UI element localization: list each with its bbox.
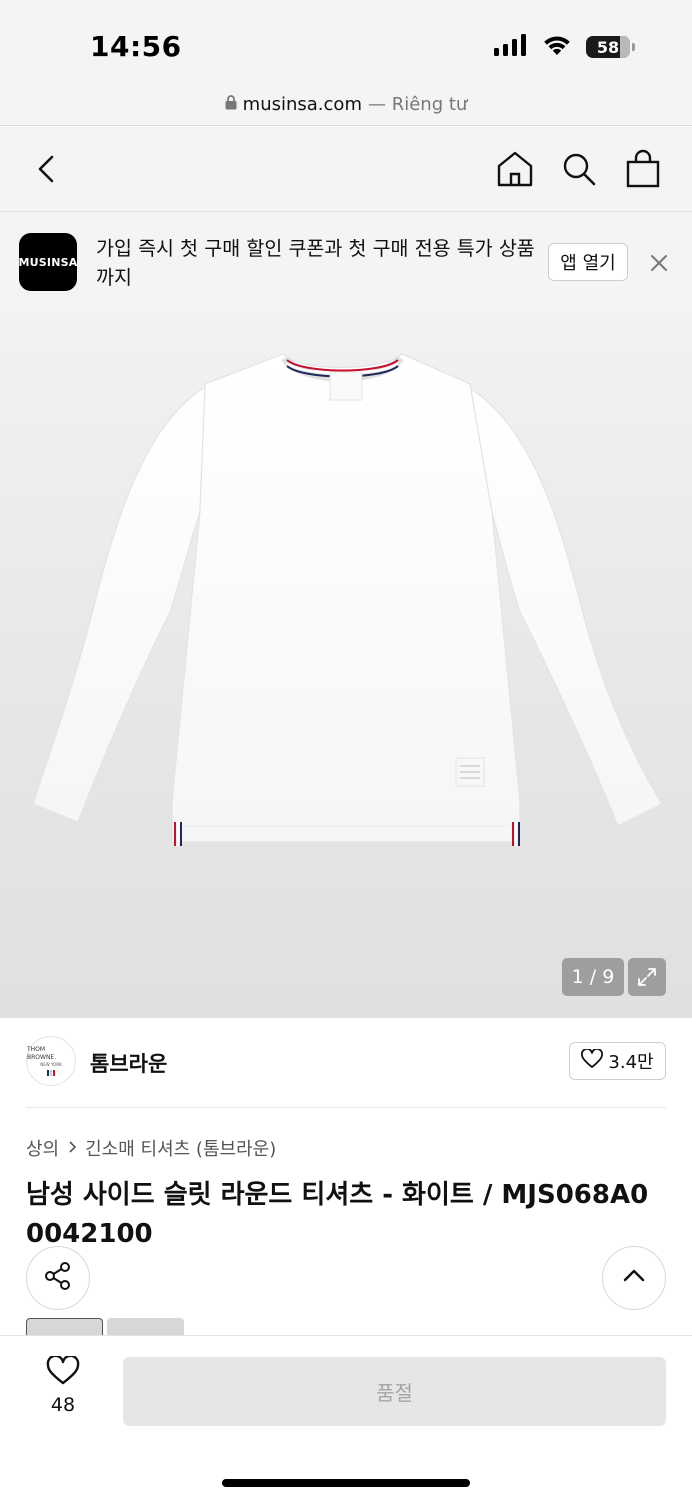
product-image-gallery[interactable]: 1 / 9	[0, 312, 692, 1018]
bottom-action-bar: 48 품절	[0, 1335, 692, 1500]
top-nav	[0, 127, 692, 211]
scroll-top-button[interactable]	[602, 1246, 666, 1310]
chevron-right-icon	[67, 1138, 77, 1159]
home-icon[interactable]	[496, 149, 534, 189]
product-image	[32, 353, 663, 846]
close-icon[interactable]	[648, 252, 670, 274]
private-label: — Riêng tư	[367, 94, 468, 115]
breadcrumb-level1[interactable]: 상의	[26, 1135, 59, 1161]
chevron-up-icon	[621, 1263, 647, 1293]
image-counter: 1 / 9	[562, 958, 624, 996]
wifi-icon	[542, 34, 572, 60]
status-time: 14:56	[90, 30, 182, 63]
share-icon	[43, 1261, 73, 1295]
product-title: 남성 사이드 슬릿 라운드 티셔츠 - 화이트 / MJS068A0004210…	[26, 1180, 649, 1249]
brand-like-count: 3.4만	[608, 1052, 654, 1073]
battery-icon: 58	[586, 36, 635, 58]
home-indicator	[222, 1479, 470, 1487]
heart-icon	[46, 1354, 80, 1390]
address-bar[interactable]: musinsa.com — Riêng tư	[0, 84, 692, 126]
banner-message: 가입 즉시 첫 구매 할인 쿠폰과 첫 구매 전용 특가 상품까지	[96, 237, 535, 289]
brand-name[interactable]: 톰브라운	[90, 1048, 167, 1078]
sold-out-button[interactable]: 품절	[123, 1357, 666, 1426]
brand-like-button[interactable]: 3.4만	[569, 1042, 666, 1080]
brand-logo-line2: NEW YORK	[40, 1062, 62, 1067]
heart-icon	[581, 1047, 604, 1074]
signal-icon	[494, 34, 528, 60]
share-button[interactable]	[26, 1246, 90, 1310]
product-like-count: 48	[50, 1394, 76, 1416]
brand-logo[interactable]: THOM BROWNE. NEW YORK	[26, 1036, 76, 1086]
search-icon[interactable]	[560, 149, 598, 189]
open-app-button[interactable]: 앱 열기	[548, 243, 628, 281]
breadcrumb: 상의 긴소매 티셔츠 (톰브라운)	[26, 1135, 276, 1161]
app-install-banner: MUSINSA 가입 즉시 첫 구매 할인 쿠폰과 첫 구매 전용 특가 상품까…	[0, 211, 692, 312]
cart-icon[interactable]	[624, 149, 662, 189]
expand-icon[interactable]	[628, 958, 666, 996]
lock-icon	[225, 94, 237, 115]
musinsa-logo: MUSINSA	[19, 233, 77, 291]
back-icon[interactable]	[30, 151, 64, 187]
url-domain: musinsa.com	[242, 94, 362, 115]
breadcrumb-level2[interactable]: 긴소매 티셔츠 (톰브라운)	[85, 1135, 276, 1161]
brand-logo-line1: THOM BROWNE.	[27, 1046, 57, 1061]
status-bar: 14:56 58	[0, 0, 692, 84]
product-like-button[interactable]: 48	[30, 1354, 96, 1426]
status-icons: 58	[494, 34, 635, 60]
brand-row: THOM BROWNE. NEW YORK 톰브라운 3.4만	[26, 1036, 666, 1108]
battery-level: 58	[596, 37, 620, 57]
